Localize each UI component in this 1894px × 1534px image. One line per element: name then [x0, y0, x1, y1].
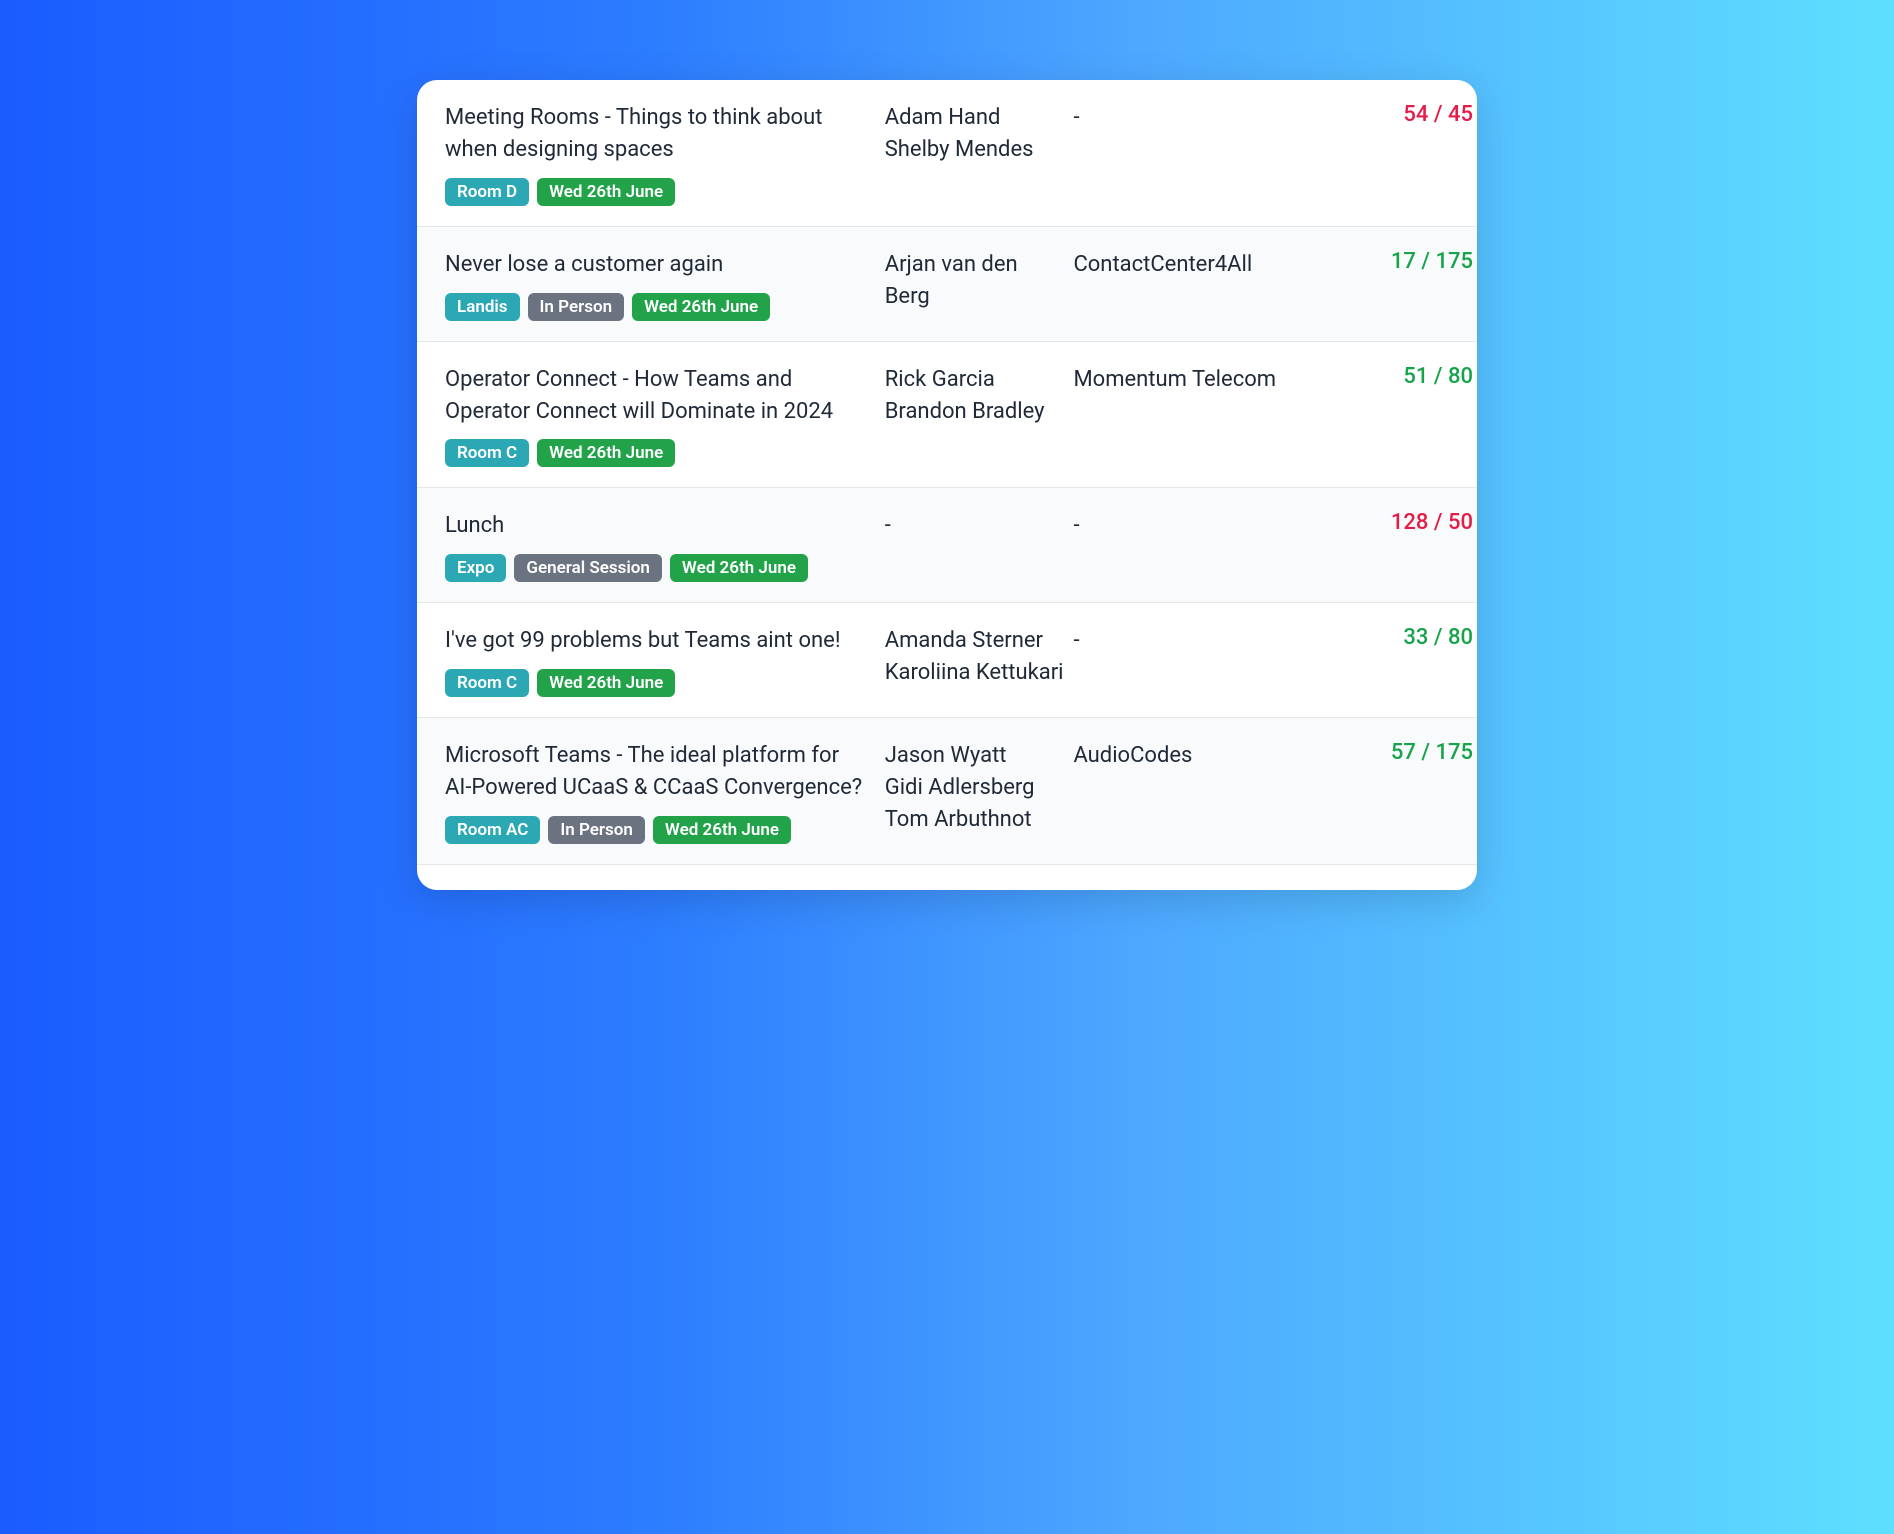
badges-wrap: Room D Wed 26th June: [445, 178, 865, 206]
badges-wrap: Room AC In Person Wed 26th June: [445, 816, 865, 844]
company-cell: -: [1073, 102, 1304, 206]
table-row[interactable]: Microsoft Teams - The ideal platform for…: [417, 718, 1477, 865]
speaker-name: Adam Hand: [885, 102, 1066, 134]
speaker-name: Shelby Mendes: [885, 134, 1066, 166]
badge: In Person: [528, 293, 625, 321]
badge: Room C: [445, 439, 529, 467]
company-cell: -: [1073, 510, 1304, 582]
badge: Wed 26th June: [632, 293, 770, 321]
table-row[interactable]: Meeting Rooms - Things to think about wh…: [417, 80, 1477, 227]
badges-wrap: Landis In PersonWed 26th June: [445, 293, 865, 321]
capacity-cell: 17 / 175: [1312, 249, 1473, 321]
speaker-name: Rick Garcia: [885, 364, 1066, 396]
speaker-name: Jason Wyatt: [885, 740, 1066, 772]
title-cell: Operator Connect - How Teams and Operato…: [445, 364, 877, 468]
table-row[interactable]: LunchExpoGeneral SessionWed 26th June--1…: [417, 488, 1477, 603]
title-cell: Meeting Rooms - Things to think about wh…: [445, 102, 877, 206]
title-cell: Microsoft Teams - The ideal platform for…: [445, 740, 877, 844]
badge: General Session: [514, 554, 662, 582]
capacity-cell: 51 / 80: [1312, 364, 1473, 468]
speaker-name: Arjan van den Berg: [885, 249, 1066, 313]
badge: Room C: [445, 669, 529, 697]
badges-wrap: Expo General Session Wed 26th June: [445, 554, 865, 582]
session-title: Microsoft Teams - The ideal platform for…: [445, 740, 865, 804]
capacity-cell: 57 / 175: [1312, 740, 1473, 844]
badge: In Person: [548, 816, 645, 844]
capacity-cell: 33 / 80: [1312, 625, 1473, 697]
table-row[interactable]: Never lose a customer again Landis In Pers…: [417, 227, 1477, 342]
speaker-name: Amanda Sterner: [885, 625, 1066, 657]
capacity-cell: 128 / 50: [1312, 510, 1473, 582]
table-row[interactable]: I've got 99 problems but Teams aint one!…: [417, 603, 1477, 718]
sessions-table: Meeting Rooms - Things to think about wh…: [417, 80, 1477, 890]
speakers-cell: -: [885, 510, 1066, 582]
company-cell: -: [1073, 625, 1304, 697]
session-title: Lunch: [445, 510, 865, 542]
badge: Wed 26th June: [537, 178, 675, 206]
session-title: Operator Connect - How Teams and Operato…: [445, 364, 865, 428]
speaker-name: Karoliina Kettukari: [885, 657, 1066, 689]
badge: Wed 26th June: [670, 554, 808, 582]
badge: Wed 26th June: [537, 439, 675, 467]
badges-wrap: Room C Wed 26th June: [445, 439, 865, 467]
company-cell: ContactCenter4All: [1073, 249, 1304, 321]
speaker-name: Gidi Adlersberg: [885, 772, 1066, 804]
session-title: Never lose a customer again: [445, 249, 865, 281]
badge: Expo: [445, 554, 506, 582]
speakers-cell: Arjan van den Berg: [885, 249, 1066, 321]
table-row[interactable]: Operator Connect - How Teams and Operato…: [417, 342, 1477, 489]
session-title: I've got 99 problems but Teams aint one!: [445, 625, 865, 657]
badges-wrap: Room C Wed 26th June: [445, 669, 865, 697]
badge: Room D: [445, 178, 529, 206]
speakers-cell: Amanda SternerKaroliina Kettukari: [885, 625, 1066, 697]
title-cell: Never lose a customer again Landis In Pers…: [445, 249, 877, 321]
badge: Room AC: [445, 816, 540, 844]
session-title: Meeting Rooms - Things to think about wh…: [445, 102, 865, 166]
speaker-name: Brandon Bradley: [885, 396, 1066, 428]
title-cell: Lunch Expo General Session Wed 26th June: [445, 510, 877, 582]
speakers-cell: Jason WyattGidi AdlersbergTom Arbuthnot: [885, 740, 1066, 844]
badge: Landis: [445, 293, 520, 321]
title-cell: I've got 99 problems but Teams aint one!…: [445, 625, 877, 697]
speaker-name: -: [885, 510, 1066, 542]
capacity-cell: 54 / 45: [1312, 102, 1473, 206]
badge: Wed 26th June: [537, 669, 675, 697]
speakers-cell: Rick GarciaBrandon Bradley: [885, 364, 1066, 468]
speakers-cell: Adam HandShelby Mendes: [885, 102, 1066, 206]
speaker-name: Tom Arbuthnot: [885, 804, 1066, 836]
company-cell: Momentum Telecom: [1073, 364, 1304, 468]
badge: Wed 26th June: [653, 816, 791, 844]
company-cell: AudioCodes: [1073, 740, 1304, 844]
